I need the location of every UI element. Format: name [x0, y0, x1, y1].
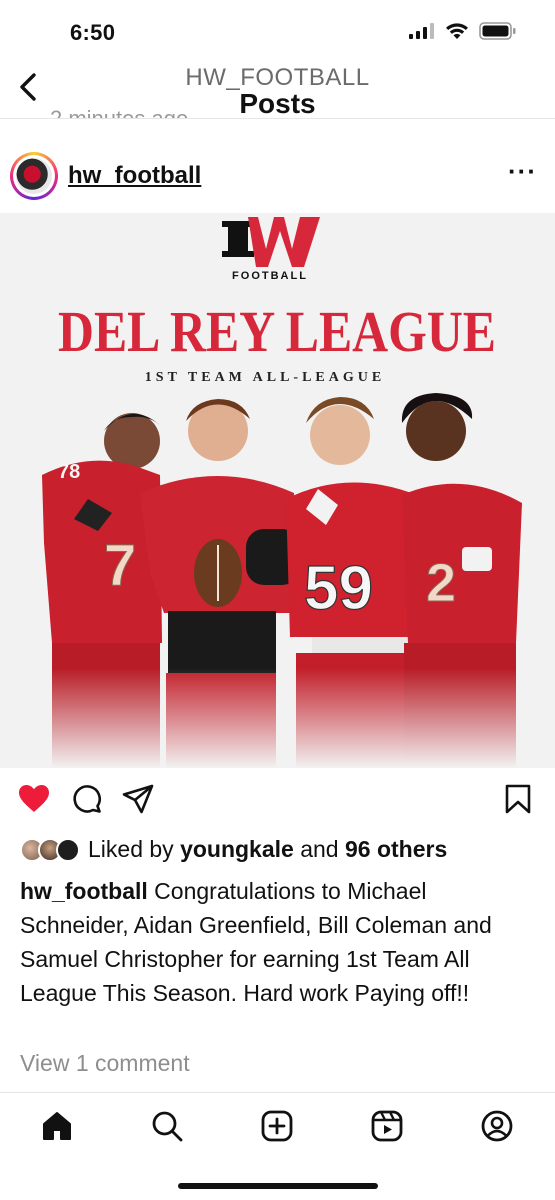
post-image-graphic: FOOTBALL DEL REY LEAGUE 1ST TEAM ALL-LEA…	[0, 217, 555, 768]
share-icon[interactable]	[122, 784, 154, 814]
post-actions	[0, 778, 555, 822]
page-title: Posts	[239, 88, 316, 119]
heart-icon[interactable]	[18, 784, 50, 814]
post-username[interactable]: hw_football	[68, 162, 201, 190]
player-4-chest-number: 2	[426, 553, 456, 613]
avatar-ring-inner	[13, 155, 55, 197]
post-image[interactable]: FOOTBALL DEL REY LEAGUE 1ST TEAM ALL-LEA…	[0, 213, 555, 768]
home-indicator[interactable]	[178, 1183, 378, 1189]
more-options-icon[interactable]: ···	[508, 158, 537, 184]
likes-and: and	[300, 836, 339, 862]
liked-by-label: Liked by	[88, 836, 174, 862]
post-caption: hw_football Congratulations to Michael S…	[20, 874, 535, 1010]
reels-icon[interactable]	[370, 1109, 404, 1143]
likes-summary[interactable]: Liked by youngkale and 96 others	[20, 836, 447, 863]
post-header: hw_football ···	[0, 138, 555, 214]
status-bar: 6:50	[0, 0, 555, 62]
wifi-icon	[446, 22, 468, 39]
helmet-avatar-image	[16, 158, 52, 194]
signal-icon	[409, 23, 434, 39]
logo-text: FOOTBALL	[232, 270, 308, 282]
image-subhead: 1ST TEAM ALL-LEAGUE	[145, 370, 385, 385]
image-headline: DEL REY LEAGUE	[58, 299, 496, 364]
caption-username[interactable]: hw_football	[20, 878, 148, 904]
bottom-tab-bar	[0, 1092, 555, 1161]
search-icon[interactable]	[150, 1109, 184, 1143]
comment-icon[interactable]	[72, 784, 102, 814]
likes-others-count[interactable]: 96 others	[345, 836, 447, 863]
avatar[interactable]	[10, 152, 58, 200]
bookmark-icon[interactable]	[505, 784, 531, 814]
player-1-sleeve-number: 78	[58, 461, 80, 483]
liker-avatars	[20, 837, 80, 862]
battery-icon	[479, 22, 516, 40]
status-icons	[409, 22, 517, 40]
hw-logo	[222, 217, 320, 267]
create-icon[interactable]	[260, 1109, 294, 1143]
view-comments-link[interactable]: View 1 comment	[20, 1050, 190, 1077]
posts-header: 2 minutes ago HW_FOOTBALL Posts	[0, 62, 555, 119]
home-icon[interactable]	[40, 1109, 74, 1143]
liker-avatar	[56, 837, 80, 862]
player-3-chest-number: 59	[304, 554, 373, 623]
player-1-chest-number: 7	[104, 533, 136, 598]
status-time: 6:50	[70, 20, 116, 45]
profile-icon[interactable]	[480, 1109, 514, 1143]
liked-by-user[interactable]: youngkale	[180, 836, 294, 863]
